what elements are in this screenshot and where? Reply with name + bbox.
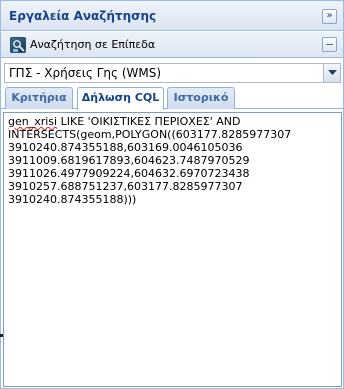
cql-field-name: gen_xrisi — [8, 115, 58, 128]
tab-history[interactable]: Ιστορικό — [167, 87, 235, 109]
minus-icon[interactable] — [322, 37, 337, 52]
double-chevron-right-icon[interactable]: » — [322, 9, 337, 24]
cql-expression: LIKE 'ΟΙΚΙΣΤΙΚΕΣ ΠΕΡΙΟΧΕΣ' AND INTERSECT… — [8, 115, 292, 206]
search-tools-panel: Εργαλεία Αναζήτησης » Αναζήτηση σε Επίπε… — [0, 0, 344, 389]
layer-search-icon — [10, 37, 26, 53]
resize-handle[interactable] — [0, 334, 3, 337]
layer-search-title: Αναζήτηση σε Επίπεδα — [30, 38, 156, 51]
tab-criteria[interactable]: Κριτήρια — [5, 87, 73, 109]
tab-bar: Κριτήρια Δήλωση CQL Ιστορικό — [1, 85, 343, 110]
panel-header: Εργαλεία Αναζήτησης » — [1, 1, 343, 31]
chevron-down-icon[interactable] — [323, 64, 340, 82]
layer-select-value: ΓΠΣ - Χρήσεις Γης (WMS) — [9, 66, 162, 80]
layer-search-header[interactable]: Αναζήτηση σε Επίπεδα — [1, 32, 343, 58]
tab-cql-statement[interactable]: Δήλωση CQL — [77, 87, 164, 110]
panel-title: Εργαλεία Αναζήτησης — [9, 9, 157, 23]
layer-select[interactable]: ΓΠΣ - Χρήσεις Γης (WMS) — [4, 63, 341, 83]
cql-textarea[interactable]: gen_xrisi LIKE 'ΟΙΚΙΣΤΙΚΕΣ ΠΕΡΙΟΧΕΣ' AND… — [3, 112, 342, 387]
